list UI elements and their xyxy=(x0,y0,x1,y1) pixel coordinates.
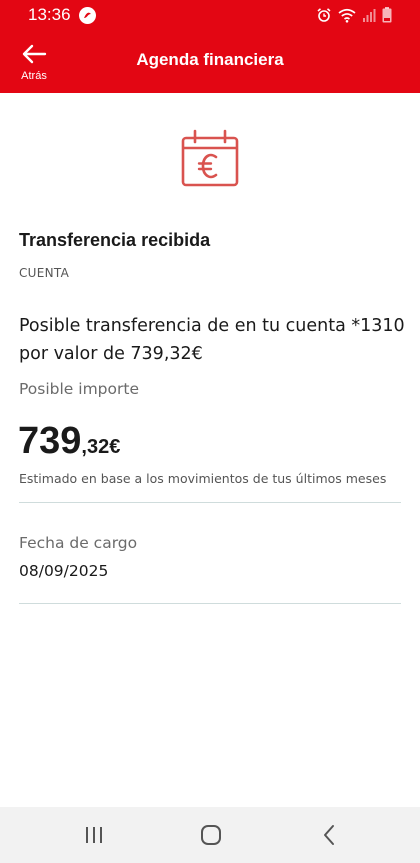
amount-decimal: ,32€ xyxy=(81,436,121,458)
status-time: 13:36 xyxy=(28,5,71,24)
back-label: Atrás xyxy=(21,70,47,82)
page-title: Agenda financiera xyxy=(136,50,284,69)
amount-integer: 739 xyxy=(18,420,82,462)
account-section-label: CUENTA xyxy=(19,266,70,280)
status-icons xyxy=(316,7,392,23)
navigation-bar xyxy=(0,807,420,863)
charge-date-label: Fecha de cargo xyxy=(19,534,138,552)
amount-value: 739 ,32€ xyxy=(18,420,120,463)
transfer-title: Transferencia recibida xyxy=(19,230,211,250)
wifi-icon xyxy=(338,8,356,23)
home-icon[interactable] xyxy=(196,821,226,849)
back-icon[interactable] xyxy=(314,821,344,849)
amount-label: Posible importe xyxy=(19,380,139,398)
alarm-icon xyxy=(316,7,332,23)
amount-note: Estimado en base a los movimientos de tu… xyxy=(19,471,387,486)
charge-date-value: 08/09/2025 xyxy=(19,562,109,580)
divider xyxy=(19,502,401,503)
recents-icon[interactable] xyxy=(80,821,110,849)
status-left: 13:36 xyxy=(28,5,96,25)
transfer-description: Posible transferencia de en tu cuenta *1… xyxy=(19,316,405,364)
signal-icon xyxy=(362,8,376,22)
calendar-euro-icon xyxy=(180,129,240,189)
divider xyxy=(19,603,401,604)
status-bar: 13:36 xyxy=(0,0,420,30)
app-header: Atrás Agenda financiera xyxy=(0,30,420,93)
app-notification-icon xyxy=(78,6,96,24)
battery-icon xyxy=(382,7,392,23)
